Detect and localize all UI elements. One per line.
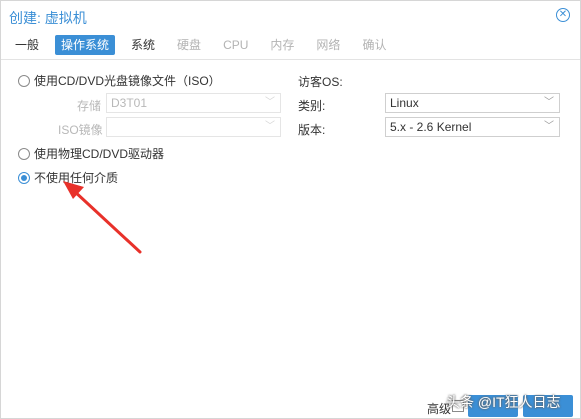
tab-network[interactable]: 网络: [310, 35, 346, 55]
create-vm-dialog: 创建: 虚拟机 ✕ 一般 操作系统 系统 硬盘 CPU 内存 网络 确认 使用C…: [0, 0, 581, 419]
radio-iso-label: 使用CD/DVD光盘镜像文件（ISO）: [34, 74, 221, 88]
radio-physical-option[interactable]: 使用物理CD/DVD驱动器: [18, 145, 164, 162]
storage-label: 存储: [77, 99, 102, 113]
os-version-label: 版本:: [298, 123, 326, 137]
chevron-down-icon: ﹀: [265, 97, 275, 108]
tab-divider: [1, 59, 580, 60]
guest-os-heading: 访客OS:: [298, 75, 343, 89]
os-version-select[interactable]: 5.x - 2.6 Kernel ﹀: [385, 117, 560, 137]
radio-physical[interactable]: [18, 147, 30, 160]
dialog-titlebar: 创建: 虚拟机 ✕: [1, 1, 580, 31]
tab-confirm[interactable]: 确认: [356, 35, 392, 55]
radio-none-option[interactable]: 不使用任何介质: [18, 169, 118, 186]
radio-iso[interactable]: [18, 74, 30, 87]
radio-none-label: 不使用任何介质: [34, 171, 119, 185]
tab-cpu[interactable]: CPU: [217, 35, 254, 55]
iso-image-select[interactable]: ﹀: [106, 117, 281, 137]
storage-select[interactable]: D3T01 ﹀: [106, 93, 281, 113]
chevron-down-icon: ﹀: [544, 97, 554, 108]
storage-value: D3T01: [111, 96, 148, 110]
iso-image-label: ISO镜像: [58, 123, 103, 137]
dialog-title: 创建: 虚拟机: [9, 10, 87, 26]
tab-disk[interactable]: 硬盘: [171, 35, 207, 55]
radio-none[interactable]: [18, 171, 30, 184]
chevron-down-icon: ﹀: [265, 121, 275, 132]
tab-os[interactable]: 操作系统: [55, 35, 116, 55]
close-icon[interactable]: ✕: [556, 8, 570, 22]
radio-physical-label: 使用物理CD/DVD驱动器: [34, 147, 165, 161]
os-type-select[interactable]: Linux ﹀: [385, 93, 560, 113]
radio-iso-option[interactable]: 使用CD/DVD光盘镜像文件（ISO）: [18, 72, 221, 89]
chevron-down-icon: ﹀: [544, 121, 554, 132]
tab-memory[interactable]: 内存: [264, 35, 300, 55]
os-version-value: 5.x - 2.6 Kernel: [390, 120, 472, 134]
wizard-tabs: 一般 操作系统 系统 硬盘 CPU 内存 网络 确认: [9, 35, 402, 57]
tab-general[interactable]: 一般: [9, 35, 45, 55]
tab-system[interactable]: 系统: [125, 35, 161, 55]
os-type-label: 类别:: [298, 99, 326, 113]
os-type-value: Linux: [390, 96, 419, 110]
watermark-text: 头条 @IT狂人日志: [446, 394, 561, 410]
